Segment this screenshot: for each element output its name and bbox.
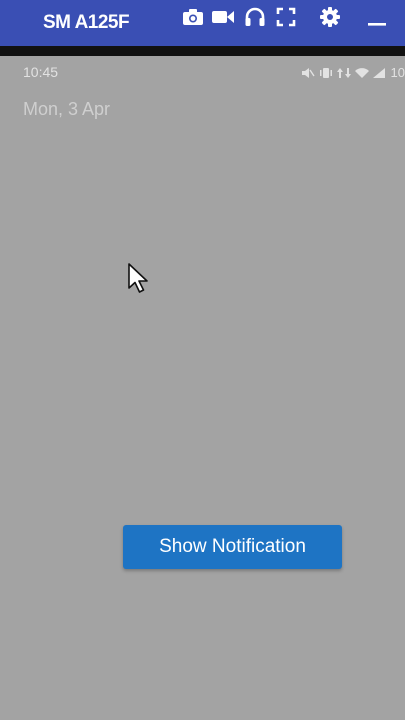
status-time: 10:45: [23, 64, 59, 80]
signal-icon: [372, 67, 385, 78]
show-notification-button[interactable]: Show Notification: [123, 525, 342, 569]
status-bar: 10:45 10: [0, 56, 405, 86]
video-icon[interactable]: [211, 6, 235, 28]
data-icon: [336, 67, 351, 78]
battery-level: 10: [390, 65, 405, 80]
camera-icon[interactable]: [181, 6, 205, 28]
mirror-toolbar: SM A125F: [0, 0, 405, 46]
lock-screen-date: Mon, 3 Apr: [23, 99, 111, 119]
minimize-icon[interactable]: [365, 6, 389, 28]
device-name: SM A125F: [43, 12, 130, 33]
fullscreen-icon[interactable]: [274, 6, 298, 28]
mouse-cursor-icon: [128, 263, 148, 293]
screen-top-bezel: [0, 46, 405, 56]
phone-screen[interactable]: 10:45 10 Mon, 3 Apr Show Notification: [0, 56, 405, 720]
headphones-icon[interactable]: [243, 6, 267, 28]
status-icons: 10: [301, 65, 405, 80]
wifi-icon: [354, 67, 369, 78]
mute-icon: [301, 67, 315, 78]
gear-icon[interactable]: [318, 6, 342, 28]
vibrate-icon: [319, 67, 332, 78]
